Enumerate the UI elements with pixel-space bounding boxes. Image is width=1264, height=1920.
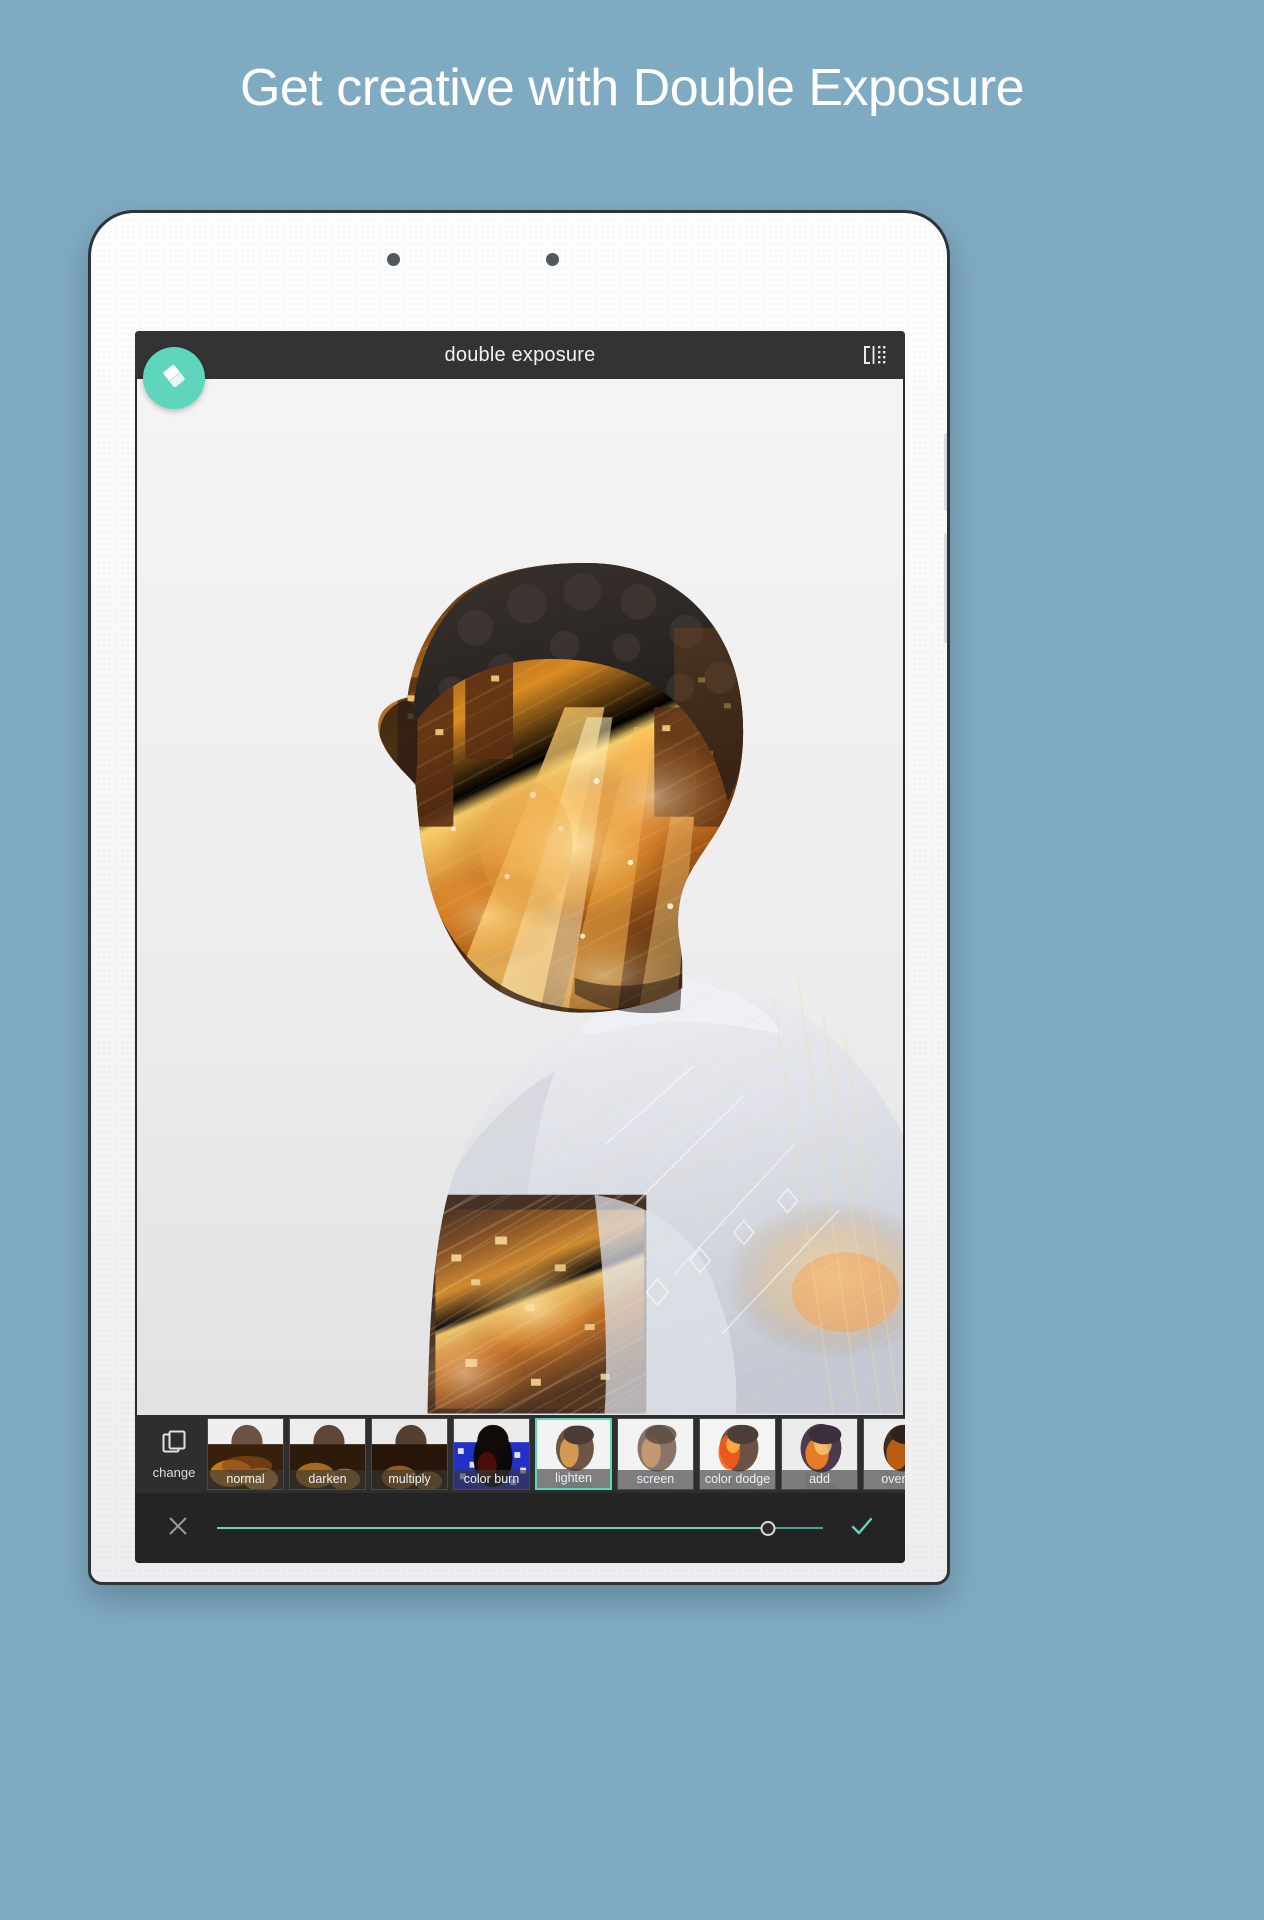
blend-mode-thumbnails[interactable]: normal darken multiply color burn lighte… — [207, 1418, 905, 1490]
blend-mode-label: multiply — [372, 1470, 447, 1489]
app-header: double exposure — [135, 331, 905, 379]
bottom-toolbar — [135, 1493, 905, 1563]
double-exposure-artwork — [137, 379, 903, 1414]
close-x-icon — [164, 1512, 192, 1545]
blend-mode-darken[interactable]: darken — [289, 1418, 366, 1490]
slider-fill — [217, 1527, 769, 1529]
blend-mode-label: add — [782, 1470, 857, 1489]
confirm-button[interactable] — [845, 1511, 879, 1545]
blend-mode-label: color burn — [454, 1470, 529, 1489]
checkmark-icon — [848, 1512, 876, 1545]
change-image-button[interactable]: change — [141, 1418, 207, 1490]
blend-mode-label: overlay — [864, 1470, 905, 1489]
blend-mode-overlay[interactable]: overlay — [863, 1418, 905, 1490]
eraser-tool-button[interactable] — [143, 347, 205, 409]
slider-handle[interactable] — [760, 1520, 776, 1536]
blend-mode-lighten[interactable]: lighten — [535, 1418, 612, 1490]
blend-mode-multiply[interactable]: multiply — [371, 1418, 448, 1490]
blend-mode-label: color dodge — [700, 1470, 775, 1489]
blend-mode-screen[interactable]: screen — [617, 1418, 694, 1490]
eraser-icon — [159, 361, 189, 396]
volume-button[interactable] — [944, 433, 947, 511]
front-camera-icon — [387, 253, 400, 266]
photos-stack-icon — [160, 1428, 188, 1461]
blend-mode-label: lighten — [537, 1469, 610, 1488]
blend-mode-label: normal — [208, 1470, 283, 1489]
proximity-sensor-icon — [546, 253, 559, 266]
cancel-button[interactable] — [161, 1511, 195, 1545]
phone-device-frame: double exposure change normal darken mul… — [88, 210, 950, 1585]
blend-mode-normal[interactable]: normal — [207, 1418, 284, 1490]
power-button[interactable] — [944, 533, 947, 643]
blend-mode-label: screen — [618, 1470, 693, 1489]
change-image-label: change — [152, 1465, 196, 1480]
app-screen: double exposure change normal darken mul… — [135, 331, 905, 1563]
app-title: double exposure — [444, 343, 596, 366]
blend-mode-add[interactable]: add — [781, 1418, 858, 1490]
blend-mode-label: darken — [290, 1470, 365, 1489]
image-canvas[interactable] — [137, 379, 903, 1415]
blend-mode-filter-strip[interactable]: change normal darken multiply color burn… — [135, 1415, 905, 1493]
compare-split-icon[interactable] — [861, 343, 887, 367]
blend-mode-color-dodge[interactable]: color dodge — [699, 1418, 776, 1490]
promo-headline: Get creative with Double Exposure — [239, 59, 1025, 117]
opacity-slider[interactable] — [217, 1511, 823, 1545]
blend-mode-color-burn[interactable]: color burn — [453, 1418, 530, 1490]
